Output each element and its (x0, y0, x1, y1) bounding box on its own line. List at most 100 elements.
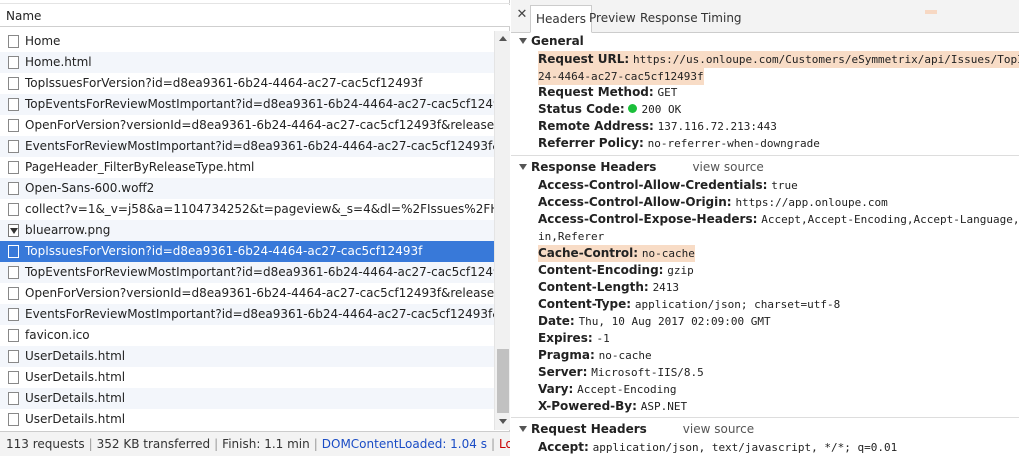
general-section-header[interactable]: General (519, 33, 584, 50)
referrer-policy-value: no-referrer-when-downgrade (647, 137, 820, 150)
referrer-policy-key: Referrer Policy: (538, 136, 644, 150)
header-key: Access-Control-Allow-Credentials: (538, 178, 768, 192)
tab-timing[interactable]: Timing (696, 5, 747, 33)
tab-preview[interactable]: Preview (584, 5, 641, 33)
request-row[interactable]: favicon.ico (0, 325, 494, 346)
header-key: Cache-Control: (538, 246, 639, 260)
header-key: Content-Type: (538, 297, 632, 311)
file-icon (8, 182, 19, 195)
request-url-row-cont: 24-4464-ac27-cac5cf12493f (538, 68, 704, 85)
request-row[interactable]: Home.html (0, 52, 494, 73)
response-header-row: Server: Microsoft-IIS/8.5 (538, 364, 704, 381)
request-view-source-link[interactable]: view source (683, 422, 754, 436)
request-name: Home (25, 34, 61, 48)
header-key: Expires: (538, 331, 593, 345)
request-name: TopIssuesForVersion?id=d8ea9361-6b24-446… (25, 76, 423, 90)
accept-key: Accept: (538, 440, 589, 454)
status-code-key: Status Code: (538, 102, 625, 116)
request-row[interactable]: TopEventsForReviewMostImportant?id=d8ea9… (0, 94, 494, 115)
header-key: Access-Control-Allow-Origin: (538, 195, 732, 209)
request-row[interactable]: UserDetails.html (0, 388, 494, 409)
response-header-row: X-Powered-By: ASP.NET (538, 398, 687, 415)
response-view-source-link[interactable]: view source (692, 160, 763, 174)
file-icon (8, 161, 19, 174)
response-header-row: Content-Encoding: gzip (538, 262, 694, 279)
file-icon (8, 98, 19, 111)
header-value: 2413 (652, 281, 680, 294)
request-name: EventsForReviewMostImportant?id=d8ea9361… (25, 307, 494, 321)
scroll-thumb[interactable] (497, 349, 509, 413)
tab-headers[interactable]: Headers (530, 5, 592, 33)
remote-address-value: 137.116.72.213:443 (657, 120, 777, 133)
header-value: true (771, 179, 798, 192)
request-row[interactable]: Home (0, 31, 494, 52)
request-name: PageHeader_FilterByReleaseType.html (25, 160, 255, 174)
tab-response[interactable]: Response (635, 5, 703, 33)
request-name: collect?v=1&_v=j58&a=1104734252&t=pagevi… (25, 202, 494, 216)
header-value: -1 (596, 332, 610, 345)
response-header-row: Cache-Control: no-cache (538, 245, 695, 262)
request-name: favicon.ico (25, 328, 90, 342)
response-header-row: Access-Control-Expose-Headers: Accept,Ac… (538, 211, 1019, 228)
name-column-header[interactable]: Name (0, 5, 510, 27)
file-icon (8, 308, 19, 321)
request-url-row: Request URL: https://us.onloupe.com/Cust… (538, 51, 1019, 68)
request-name: EventsForReviewMostImportant?id=d8ea9361… (25, 139, 494, 153)
response-header-row: Date: Thu, 10 Aug 2017 02:09:00 GMT (538, 313, 771, 330)
request-row[interactable]: UserDetails.html (0, 346, 494, 367)
header-key: Content-Length: (538, 280, 649, 294)
expand-triangle-icon[interactable] (519, 425, 527, 432)
request-row[interactable]: TopIssuesForVersion?id=d8ea9361-6b24-446… (0, 73, 494, 94)
remote-address-row: Remote Address: 137.116.72.213:443 (538, 118, 777, 135)
response-header-row: Access-Control-Allow-Credentials: true (538, 177, 798, 194)
file-icon (8, 35, 19, 48)
file-icon (8, 77, 19, 90)
accept-value: application/json, text/javascript, */*; … (592, 441, 898, 454)
remote-address-key: Remote Address: (538, 119, 654, 133)
request-name: UserDetails.html (25, 412, 126, 426)
close-icon[interactable]: ✕ (515, 8, 529, 22)
accept-row: Accept: application/json, text/javascrip… (538, 439, 897, 456)
request-url-key: Request URL: (538, 52, 630, 66)
image-icon (8, 224, 19, 237)
header-value: Accept-Encoding (577, 383, 677, 396)
request-row[interactable]: OpenForVersion?versionId=d8ea9361-6b24-4… (0, 115, 494, 136)
expand-triangle-icon[interactable] (519, 37, 527, 44)
request-row[interactable]: EventsForReviewMostImportant?id=d8ea9361… (0, 304, 494, 325)
header-value: no-cache (641, 247, 695, 260)
request-row[interactable]: bluearrow.png (0, 220, 494, 241)
request-method-key: Request Method: (538, 85, 654, 99)
request-row[interactable]: PageHeader_FilterByReleaseType.html (0, 157, 494, 178)
request-row[interactable]: collect?v=1&_v=j58&a=1104734252&t=pagevi… (0, 199, 494, 220)
expand-triangle-icon[interactable] (519, 163, 527, 170)
scroll-down-arrow-icon[interactable] (499, 419, 507, 424)
response-header-row: Pragma: no-cache (538, 347, 652, 364)
header-value: in,Referer (538, 230, 605, 243)
file-icon (8, 266, 19, 279)
response-header-row: Vary: Accept-Encoding (538, 381, 676, 398)
request-name: UserDetails.html (25, 370, 126, 384)
header-value: no-cache (598, 349, 652, 362)
header-value: https://app.onloupe.com (735, 196, 888, 209)
request-headers-section-header[interactable]: Request Headers view source (519, 421, 754, 438)
request-row[interactable]: EventsForReviewMostImportant?id=d8ea9361… (0, 136, 494, 157)
request-row[interactable]: OpenForVersion?versionId=d8ea9361-6b24-4… (0, 283, 494, 304)
header-value: Accept,Accept-Encoding,Accept-Language,A… (761, 213, 1019, 226)
request-row[interactable]: TopEventsForReviewMostImportant?id=d8ea9… (0, 262, 494, 283)
status-code-value: 200 OK (641, 103, 682, 116)
file-icon (8, 140, 19, 153)
request-row[interactable]: Open-Sans-600.woff2 (0, 178, 494, 199)
request-row[interactable]: UserDetails.html (0, 367, 494, 388)
scroll-up-arrow-icon[interactable] (499, 36, 507, 41)
headers-view: General Request URL: https://us.onloupe.… (511, 33, 1019, 456)
response-header-row: Expires: -1 (538, 330, 610, 347)
dom-content-loaded-time: DOMContentLoaded: 1.04 s (321, 437, 487, 451)
request-row[interactable]: TopIssuesForVersion?id=d8ea9361-6b24-446… (0, 241, 494, 262)
vertical-scrollbar[interactable] (494, 31, 510, 430)
request-row[interactable]: UserDetails.html (0, 409, 494, 430)
response-headers-section-header[interactable]: Response Headers view source (519, 159, 764, 176)
network-request-list: Name Home Home.html TopIssuesForVersion?id… (0, 0, 510, 456)
header-value: ASP.NET (640, 400, 688, 413)
status-code-row: Status Code: 200 OK (538, 101, 681, 118)
details-tab-bar: ✕ Headers Preview Response Timing (511, 0, 1019, 33)
